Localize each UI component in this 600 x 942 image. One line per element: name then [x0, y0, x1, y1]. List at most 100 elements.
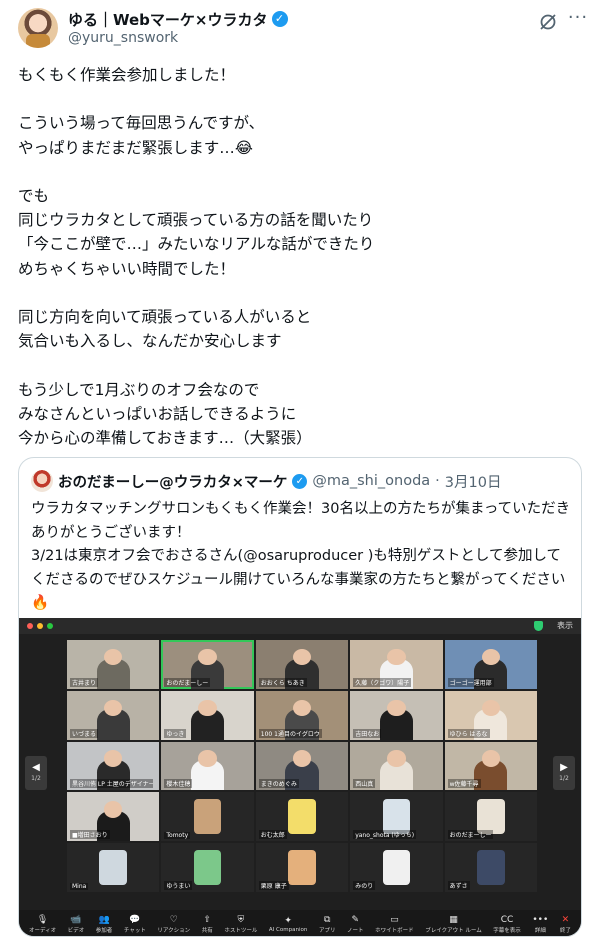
participant-tile: 栗原 康子 [255, 843, 349, 892]
toolbar-icon: 🎙 [36, 914, 49, 925]
toolbar-label: チャット [123, 927, 146, 934]
participant-face [387, 699, 406, 717]
author-name-line: ゆる｜Webマーケ×ウラカタ ✓ [68, 9, 288, 30]
zoom-toolbar-button: ▦ ブレイクアウト ルーム [425, 915, 481, 934]
participant-tile: おのだまーしー [444, 792, 537, 842]
tweet-header: ゆる｜Webマーケ×ウラカタ ✓ @yuru_snswork ··· [18, 8, 588, 50]
participant-name: おおくら ちあき [258, 677, 307, 687]
participant-tile: 吉田なお [350, 690, 443, 740]
zoom-toolbar-button: ⇧ 共有 [202, 915, 213, 934]
zoom-toolbar-button: 👥 参加者 [96, 915, 113, 934]
participant-name: ゆうまい [164, 880, 193, 890]
participant-name: w佐藤千尋 [447, 779, 481, 789]
participant-name: 黒谷川侑 LP 土屋のデザイナー [70, 779, 154, 789]
toolbar-label: 参加者 [95, 927, 113, 934]
participant-name: おむ太郎 [258, 830, 287, 840]
toolbar-label: ビデオ [67, 927, 85, 934]
participant-face [198, 648, 217, 666]
participant-name: みのり [353, 880, 376, 890]
toolbar-icon: ⛨ [237, 914, 245, 925]
grok-icon[interactable] [538, 12, 558, 32]
participant-profile-image [476, 799, 505, 835]
participant-tile: いづまる [67, 690, 160, 740]
quote-text: ウラカタマッチングサロンもくもく作業会！30名以上の方たちが集まっていただきあり… [31, 501, 571, 611]
participant-name: Tomoty [164, 832, 191, 840]
toolbar-label: オーディオ [29, 927, 57, 934]
participant-tile: 古井まり [67, 640, 160, 689]
participant-face [387, 750, 406, 767]
more-options-icon[interactable]: ··· [566, 8, 590, 32]
participant-profile-image [193, 799, 222, 835]
participant-tile: ゆひら はるな [444, 690, 537, 740]
participant-tile: 久藤（クゴワ）陽子 [350, 640, 443, 689]
zoom-screenshot[interactable]: 表示 ◀ 1/2 ▶ 1/2 古井まり おのだまーしー おおくら ちあき 久藤（クゴワ）陽… [19, 618, 581, 936]
quote-author-name: おのだまーしー@ウラカタ×マーケ [58, 474, 288, 491]
quote-author-handle: @ma_shi_onoda [312, 473, 431, 489]
zoom-toolbar-button: ✎ ノート [347, 915, 364, 934]
toolbar-label: AI Companion [268, 926, 308, 933]
toolbar-icon: ✦ [284, 915, 292, 926]
participant-face [387, 648, 406, 666]
toolbar-icon: 👥 [98, 914, 110, 925]
page-indicator-left: 1/2 [31, 775, 41, 782]
toolbar-icon: ⇧ [203, 914, 212, 925]
participant-name: 100 1通目のイグロウ [258, 728, 322, 738]
participant-name: ゆっき [164, 728, 187, 738]
participant-tile: ゆうまい [161, 843, 254, 892]
participant-profile-image [288, 799, 316, 835]
participant-name: 西山真 [353, 779, 376, 789]
participant-face [292, 750, 312, 767]
participant-tile: 西山真 [350, 741, 443, 791]
participant-name: おのだまーしー [447, 830, 494, 840]
participant-name: ゆひら はるな [447, 728, 490, 738]
participant-name: 古井まり [70, 677, 99, 687]
participant-name: おのだまーしー [164, 677, 211, 687]
quote-author-avatar [31, 470, 53, 492]
participant-face [198, 750, 217, 767]
participant-face [481, 750, 501, 767]
participant-tile: おおくら ちあき [255, 640, 349, 689]
participant-tile: yano_shota (ゆっち) [350, 792, 443, 842]
participant-face [481, 699, 501, 717]
toolbar-label: ホワイトボード [375, 927, 414, 934]
author-name[interactable]: ゆる｜Webマーケ×ウラカタ [68, 9, 268, 30]
author-handle[interactable]: @yuru_snswork [68, 30, 178, 46]
zoom-toolbar-button: 📹 ビデオ [68, 915, 85, 934]
zoom-toolbar-button: ✕ 終了 [560, 915, 571, 934]
participant-name: ■増田さおり [70, 830, 110, 840]
toolbar-label: アプリ [318, 927, 336, 934]
toolbar-icon: CC [500, 914, 514, 925]
toolbar-label: リアクション [157, 927, 191, 934]
toolbar-icon: ▦ [449, 914, 458, 925]
zoom-toolbar-button: CC 字幕を表示 [493, 915, 521, 934]
toolbar-icon: ✕ [561, 914, 570, 925]
toolbar-icon: 💬 [129, 914, 141, 925]
participant-tile: 櫻木佳穂 [161, 741, 254, 791]
verified-badge-icon: ✓ [271, 11, 288, 27]
quote-verified-badge-icon: ✓ [292, 473, 308, 489]
zoom-toolbar-button: ••• 詳細 [532, 915, 548, 934]
participant-profile-image [382, 850, 411, 886]
participant-tile: みのり [350, 843, 443, 892]
participant-tile: おのだまーしー [161, 640, 254, 689]
author-avatar[interactable] [18, 8, 58, 48]
zoom-toolbar-button: ⧉ アプリ [319, 915, 336, 934]
prev-page-button: ◀ 1/2 [25, 756, 47, 790]
participant-name: 吉田なお [353, 728, 382, 738]
zoom-toolbar-button: ✦ AI Companion [269, 916, 307, 933]
participant-tile: ゆっき [161, 690, 254, 740]
participant-face [103, 801, 123, 818]
zoom-toolbar-button: ⛨ ホストツール [224, 915, 257, 934]
participant-tile: まきのめぐみ [255, 741, 349, 791]
top-strip [0, 0, 600, 6]
participant-grid: 古井まり おのだまーしー おおくら ちあき 久藤（クゴワ）陽子 ゴーゴー運用部 いづまるゆ… [67, 640, 537, 892]
toolbar-label: 詳細 [534, 927, 546, 934]
quoted-tweet[interactable]: おのだまーしー@ウラカタ×マーケ ✓ @ma_shi_onoda · 3月10日… [18, 457, 582, 937]
toolbar-icon: ♡ [169, 914, 178, 925]
participant-tile: あずさ [444, 843, 537, 892]
toolbar-label: 共有 [201, 927, 213, 934]
security-shield-icon [534, 621, 543, 631]
participant-profile-image [382, 799, 411, 835]
participant-tile: おむ太郎 [255, 792, 349, 842]
toolbar-icon: ✎ [351, 914, 360, 925]
